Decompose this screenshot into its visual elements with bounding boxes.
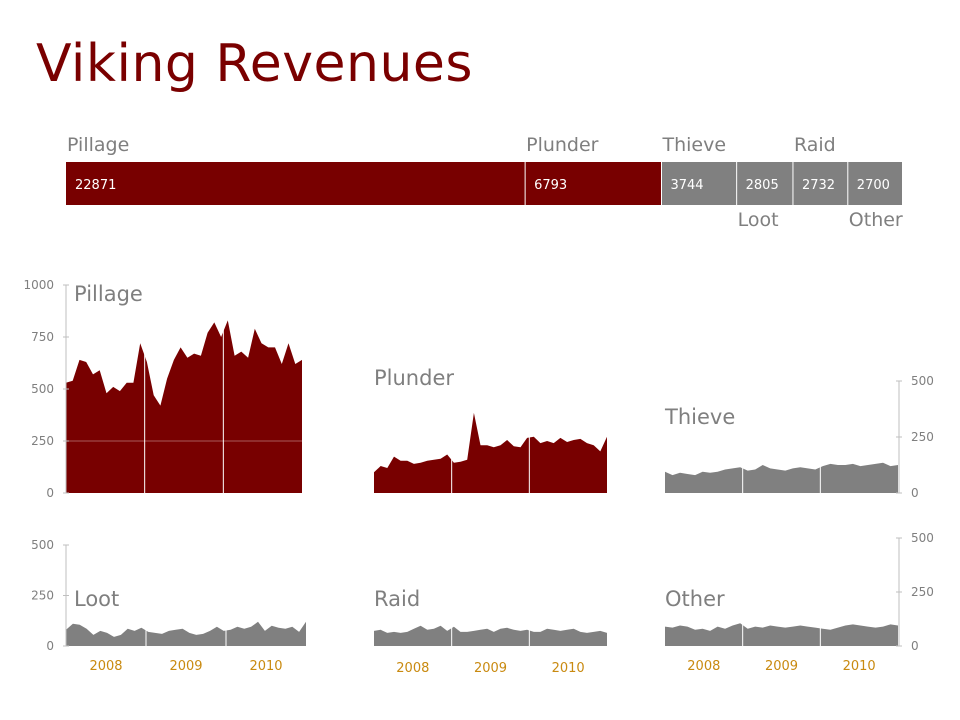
- pillage-y-tick-label: 750: [31, 330, 54, 344]
- bar-label-other: Other: [849, 209, 903, 231]
- loot-y-tick-label: 0: [46, 639, 54, 653]
- other-area: [665, 623, 898, 646]
- pillage-y-tick-label: 250: [31, 434, 54, 448]
- other-year-label: 2008: [687, 659, 720, 674]
- bar-value-plunder: 6793: [534, 178, 567, 193]
- other-y-tick-label: 250: [911, 585, 934, 599]
- loot-year-label: 2010: [249, 659, 282, 674]
- other-year-label: 2009: [765, 659, 798, 674]
- other-title: Other: [665, 587, 725, 611]
- thieve-y-tick-label: 0: [911, 486, 919, 500]
- pillage-y-tick-label: 500: [31, 382, 54, 396]
- bar-label-loot: Loot: [738, 209, 779, 231]
- bar-value-loot: 2805: [746, 178, 779, 193]
- loot-title: Loot: [74, 587, 119, 611]
- loot-year-label: 2009: [169, 659, 202, 674]
- other-year-label: 2010: [843, 659, 876, 674]
- viking-revenues-chart: 22871 Pillage 6793 Plunder 3744 Thieve 2805 Loo…: [23, 134, 934, 676]
- plunder-area: [374, 412, 607, 493]
- other-y-tick-label: 0: [911, 639, 919, 653]
- loot-area: [66, 621, 306, 646]
- loot-y-tick-label: 500: [31, 538, 54, 552]
- loot-year-label: 2008: [89, 659, 122, 674]
- bar-segment-pillage: [66, 162, 526, 205]
- bar-label-pillage: Pillage: [67, 134, 129, 156]
- raid-year-label: 2010: [552, 661, 585, 676]
- pillage-title: Pillage: [74, 282, 143, 306]
- other-y-tick-label: 500: [911, 531, 934, 545]
- bar-value-pillage: 22871: [75, 178, 116, 193]
- pillage-y-tick-label: 0: [46, 486, 54, 500]
- thieve-area: [665, 462, 898, 493]
- plunder-title: Plunder: [374, 366, 454, 390]
- bar-label-thieve: Thieve: [661, 134, 726, 156]
- raid-area: [374, 625, 607, 646]
- thieve-title: Thieve: [664, 405, 735, 429]
- raid-title: Raid: [374, 587, 420, 611]
- raid-year-label: 2008: [396, 661, 429, 676]
- loot-y-tick-label: 250: [31, 589, 54, 603]
- pillage-area: [66, 320, 302, 493]
- thieve-y-tick-label: 250: [911, 430, 934, 444]
- bar-value-other: 2700: [857, 178, 890, 193]
- thieve-y-tick-label: 500: [911, 374, 934, 388]
- bar-value-thieve: 3744: [670, 178, 703, 193]
- bar-label-raid: Raid: [794, 134, 836, 156]
- bar-label-plunder: Plunder: [526, 134, 599, 156]
- raid-year-label: 2009: [474, 661, 507, 676]
- bar-value-raid: 2732: [802, 178, 835, 193]
- pillage-y-tick-label: 1000: [23, 278, 54, 292]
